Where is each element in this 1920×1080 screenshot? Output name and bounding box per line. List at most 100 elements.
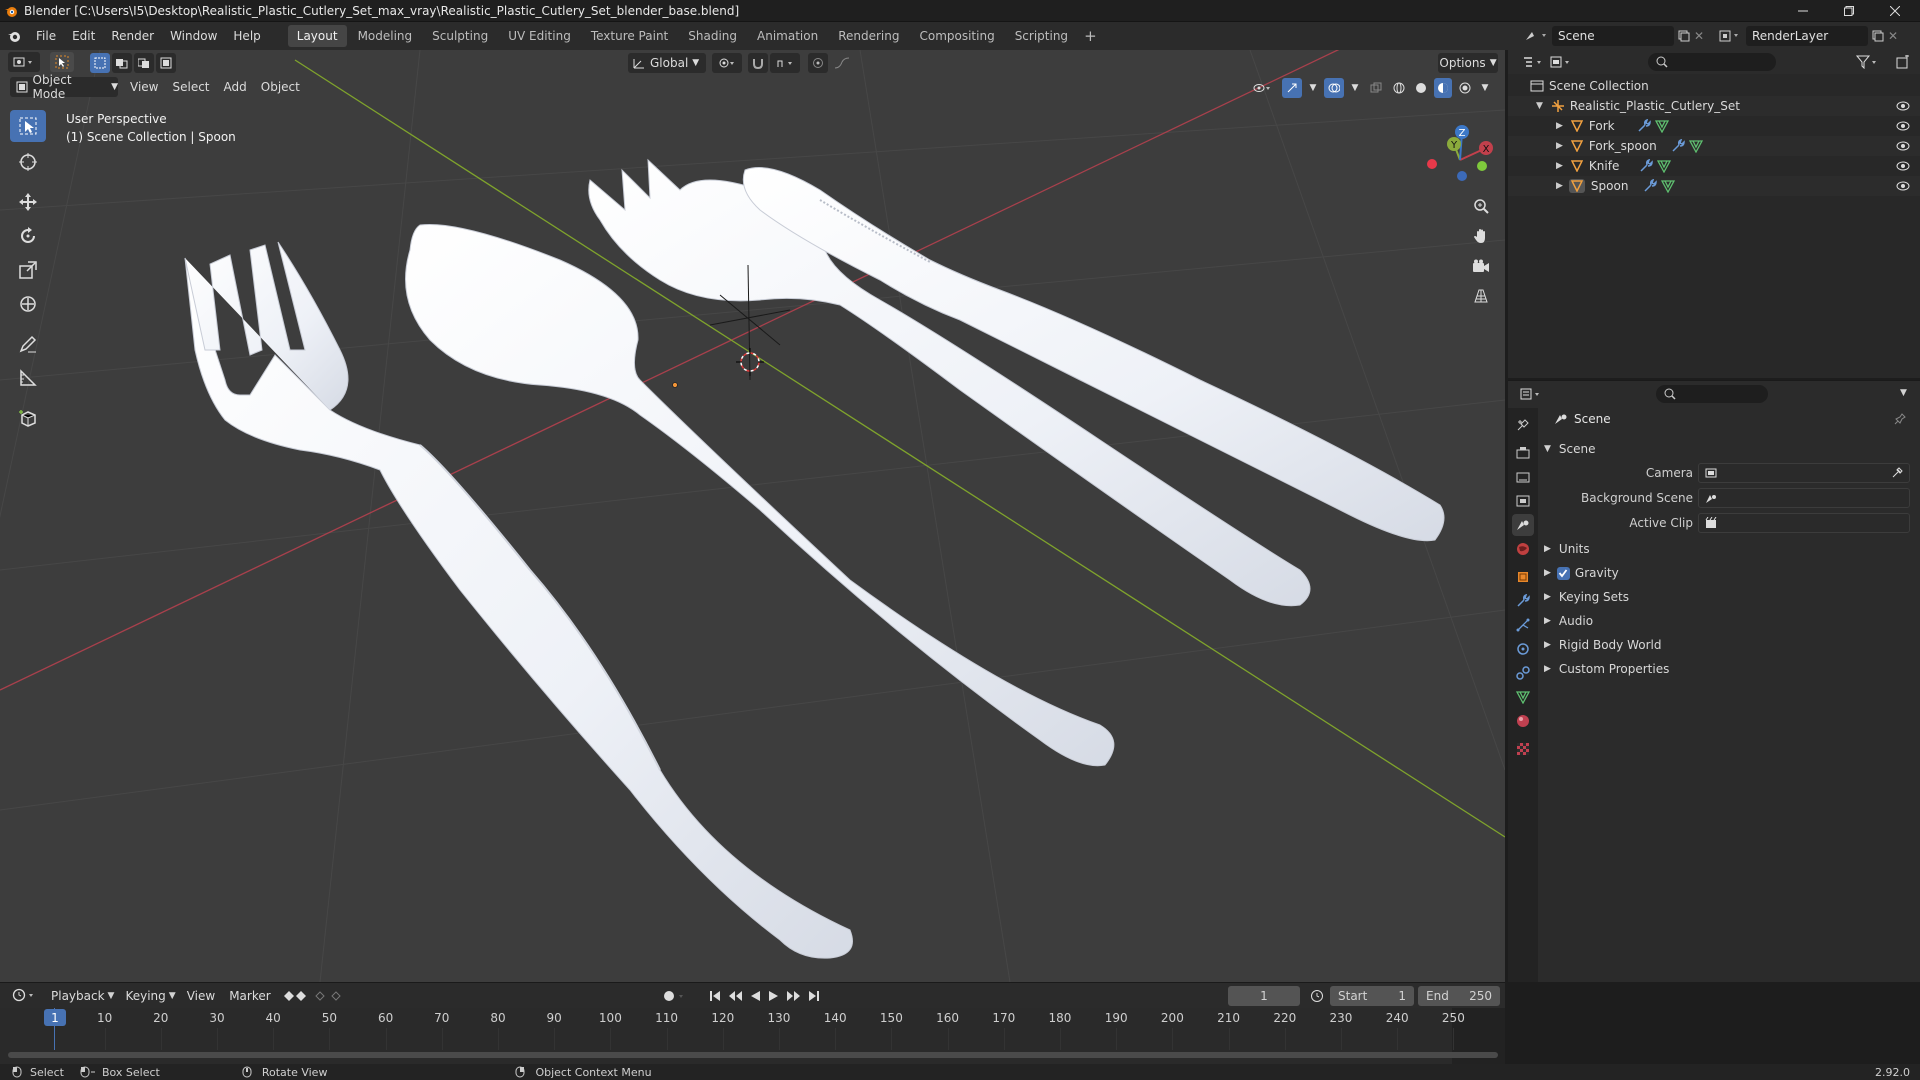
overlays-toggle-icon[interactable]	[1324, 78, 1344, 98]
new-scene-icon[interactable]	[1674, 30, 1694, 42]
tab-uv-editing[interactable]: UV Editing	[499, 25, 580, 47]
custom-properties-section[interactable]: ▶ Custom Properties	[1540, 658, 1918, 680]
gravity-checkbox[interactable]	[1556, 566, 1570, 580]
add-workspace-icon[interactable]: +	[1078, 27, 1103, 45]
outliner-row-fork-spoon[interactable]: ▶ Fork_spoon	[1508, 136, 1920, 156]
visibility-eye-icon[interactable]	[1896, 161, 1910, 171]
orthographic-toggle-icon[interactable]	[1467, 282, 1495, 310]
timeline-menu-keying[interactable]: Keying	[118, 985, 172, 1007]
jump-end-icon[interactable]	[807, 989, 821, 1003]
menu-file[interactable]: File	[28, 22, 64, 50]
chevron-right-icon[interactable]: ▶	[1556, 141, 1563, 151]
material-tab-icon[interactable]	[1512, 710, 1534, 732]
scene-name-field[interactable]: Scene	[1552, 26, 1674, 46]
start-frame-field[interactable]: Start 1	[1330, 986, 1414, 1006]
menu-render[interactable]: Render	[103, 22, 162, 50]
snap-icon[interactable]	[748, 53, 768, 73]
pin-icon[interactable]	[1894, 413, 1906, 425]
current-frame-field[interactable]: 1	[1228, 986, 1300, 1006]
transform-tool[interactable]	[10, 288, 46, 320]
menu-edit[interactable]: Edit	[64, 22, 103, 50]
viewport-menu-select[interactable]: Select	[165, 76, 216, 98]
preview-range-icon[interactable]	[1310, 989, 1324, 1003]
active-clip-field[interactable]	[1698, 513, 1910, 533]
mesh-data-icon[interactable]	[1656, 159, 1671, 173]
outliner-editor-type-icon[interactable]	[1522, 55, 1550, 69]
select-extend-icon[interactable]	[112, 53, 132, 73]
outliner-row-scene-collection[interactable]: Scene Collection	[1508, 76, 1920, 96]
tab-shading[interactable]: Shading	[679, 25, 746, 47]
viewport-menu-object[interactable]: Object	[254, 76, 307, 98]
move-tool[interactable]	[10, 186, 46, 218]
tab-compositing[interactable]: Compositing	[910, 25, 1003, 47]
tool-tab-icon[interactable]	[1512, 414, 1534, 436]
pan-view-icon[interactable]	[1467, 222, 1495, 250]
frame-ruler[interactable]: 10 20 30 40 50 60 70 80 90 100 110 120 130 140 150 160 1…	[0, 1008, 1505, 1064]
visibility-eye-icon[interactable]	[1896, 121, 1910, 131]
select-box-tool[interactable]	[10, 110, 46, 142]
chevron-down-icon[interactable]: ▼	[1348, 78, 1362, 98]
rigid-body-world-section[interactable]: ▶ Rigid Body World	[1540, 634, 1918, 656]
tab-rendering[interactable]: Rendering	[829, 25, 908, 47]
visibility-icon[interactable]	[1248, 78, 1278, 98]
select-invert-icon[interactable]	[156, 53, 176, 73]
tab-scripting[interactable]: Scripting	[1006, 25, 1077, 47]
viewport-menu-add[interactable]: Add	[217, 76, 254, 98]
object-data-tab-icon[interactable]	[1512, 686, 1534, 708]
properties-search-input[interactable]	[1656, 385, 1768, 403]
mesh-data-icon[interactable]	[1654, 119, 1669, 133]
render-tab-icon[interactable]	[1512, 442, 1534, 464]
outliner-row-fork[interactable]: ▶ Fork	[1508, 116, 1920, 136]
object-mode-dropdown[interactable]: Object Mode ▼	[10, 73, 118, 101]
modifier-wrench-icon[interactable]	[1671, 139, 1685, 153]
previous-keyframe-icon[interactable]	[727, 989, 743, 1003]
select-mode-icon[interactable]	[50, 52, 74, 72]
tab-texture-paint[interactable]: Texture Paint	[582, 25, 677, 47]
select-new-icon[interactable]	[90, 53, 110, 73]
viewport-menu-view[interactable]: View	[123, 76, 165, 98]
new-view-layer-icon[interactable]	[1868, 30, 1888, 42]
delete-view-layer-icon[interactable]: ✕	[1888, 29, 1902, 43]
constraints-tab-icon[interactable]	[1512, 662, 1534, 684]
view-layer-icon[interactable]	[1718, 28, 1746, 44]
outliner-row-spoon[interactable]: ▶ Spoon	[1508, 176, 1920, 196]
modifiers-tab-icon[interactable]	[1512, 590, 1534, 612]
proportional-editing-icon[interactable]	[808, 53, 828, 73]
falloff-icon[interactable]	[830, 53, 854, 73]
tab-modeling[interactable]: Modeling	[349, 25, 422, 47]
audio-section[interactable]: ▶ Audio	[1540, 610, 1918, 632]
measure-tool[interactable]	[10, 362, 46, 394]
play-reverse-icon[interactable]	[748, 989, 762, 1003]
3d-viewport[interactable]: Object Mode ▼ View Select Add Object Glo…	[0, 50, 1505, 982]
rotate-tool[interactable]	[10, 220, 46, 252]
jump-start-icon[interactable]	[708, 989, 722, 1003]
timeline-menu-playback[interactable]: Playback	[44, 985, 112, 1007]
select-subtract-icon[interactable]	[134, 53, 154, 73]
transform-orientation-dropdown[interactable]: Global ▼	[628, 53, 706, 73]
filter-icon[interactable]	[1856, 55, 1880, 69]
object-tab-icon[interactable]	[1512, 566, 1534, 588]
timeline-editor-type-icon[interactable]	[12, 988, 38, 1002]
physics-tab-icon[interactable]	[1512, 638, 1534, 660]
modifier-wrench-icon[interactable]	[1637, 119, 1651, 133]
camera-field[interactable]	[1698, 463, 1910, 483]
outliner-row-collection[interactable]: ▼ Realistic_Plastic_Cutlery_Set	[1508, 96, 1920, 116]
gizmo-toggle-icon[interactable]	[1282, 78, 1302, 98]
next-keyframe-icon[interactable]	[786, 989, 802, 1003]
snap-target-icon[interactable]	[770, 53, 800, 73]
view-layer-tab-icon[interactable]	[1512, 490, 1534, 512]
material-shading-icon[interactable]	[1434, 78, 1452, 98]
chevron-right-icon[interactable]: ▶	[1556, 121, 1563, 131]
scene-icon[interactable]	[1524, 28, 1552, 44]
timeline-menu-view[interactable]: View	[180, 985, 222, 1007]
gravity-section[interactable]: ▶ Gravity	[1540, 562, 1918, 584]
background-scene-field[interactable]	[1698, 488, 1910, 508]
world-tab-icon[interactable]	[1512, 538, 1534, 560]
maximize-button[interactable]	[1826, 0, 1872, 22]
particles-tab-icon[interactable]	[1512, 614, 1534, 636]
blender-menu-icon[interactable]	[0, 29, 28, 43]
camera-view-icon[interactable]	[1467, 252, 1495, 280]
keying-sets-section[interactable]: ▶ Keying Sets	[1540, 586, 1918, 608]
tab-sculpting[interactable]: Sculpting	[423, 25, 497, 47]
scale-tool[interactable]	[10, 254, 46, 286]
